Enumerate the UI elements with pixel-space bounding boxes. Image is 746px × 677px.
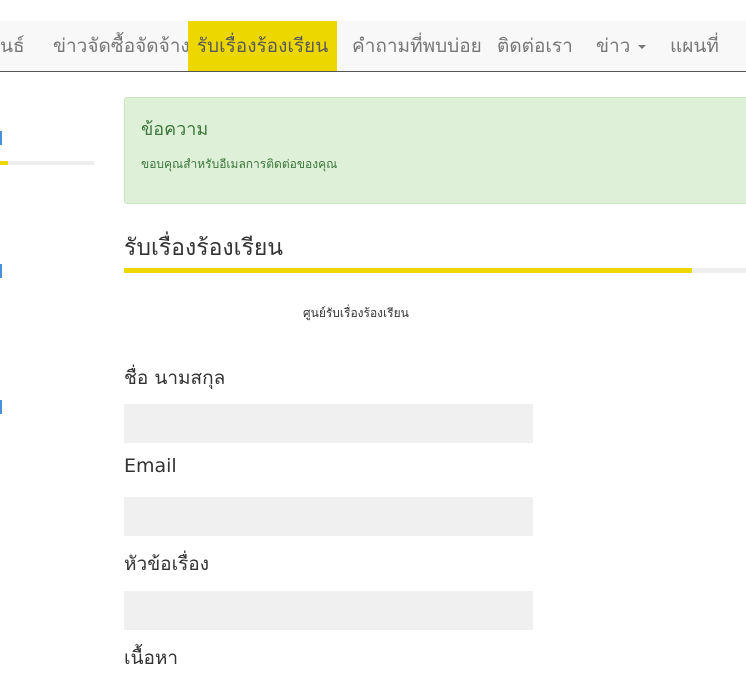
nav-item-news-label: ข่าว xyxy=(596,35,631,57)
main-navbar: นธ์ ข่าวจัดซื้อจัดจ้าง รับเรื่องร้องเรีย… xyxy=(0,21,746,72)
sidebar-tick-2 xyxy=(0,264,2,278)
email-label: Email xyxy=(124,455,177,477)
sidebar-tick-1 xyxy=(0,131,2,145)
nav-item-faq[interactable]: คำถามที่พบบ่อย xyxy=(352,21,482,71)
nav-item-procurement-news[interactable]: ข่าวจัดซื้อจัดจ้าง xyxy=(53,21,190,71)
sidebar-underline-accent xyxy=(0,161,8,165)
page-subtitle: ศูนย์รับเรื่องร้องเรียน xyxy=(303,306,409,320)
name-label: ชื่อ นามสกุล xyxy=(124,367,226,389)
nav-item-partial[interactable]: นธ์ xyxy=(0,21,25,71)
title-underline-accent xyxy=(124,268,692,273)
nav-item-complaints[interactable]: รับเรื่องร้องเรียน xyxy=(188,21,337,71)
page-title: รับเรื่องร้องเรียน xyxy=(124,235,284,261)
success-alert: ข้อความ ขอบคุณสำหรับอีเมลการติดต่อของคุณ xyxy=(124,97,746,204)
content-label: เนื้อหา xyxy=(124,647,179,669)
email-field[interactable] xyxy=(124,497,533,536)
nav-item-map[interactable]: แผนที่ xyxy=(670,21,719,71)
nav-item-contact[interactable]: ติดต่อเรา xyxy=(497,21,573,71)
subject-label: หัวข้อเรื่อง xyxy=(124,553,209,575)
caret-down-icon xyxy=(638,44,647,49)
alert-title: ข้อความ xyxy=(141,119,209,140)
sidebar-tick-3 xyxy=(0,400,2,414)
nav-item-news-dropdown[interactable]: ข่าว xyxy=(596,21,647,71)
name-field[interactable] xyxy=(124,404,533,443)
alert-message: ขอบคุณสำหรับอีเมลการติดต่อของคุณ xyxy=(141,157,338,171)
sidebar-underline-track xyxy=(0,161,94,165)
subject-field[interactable] xyxy=(124,591,533,630)
